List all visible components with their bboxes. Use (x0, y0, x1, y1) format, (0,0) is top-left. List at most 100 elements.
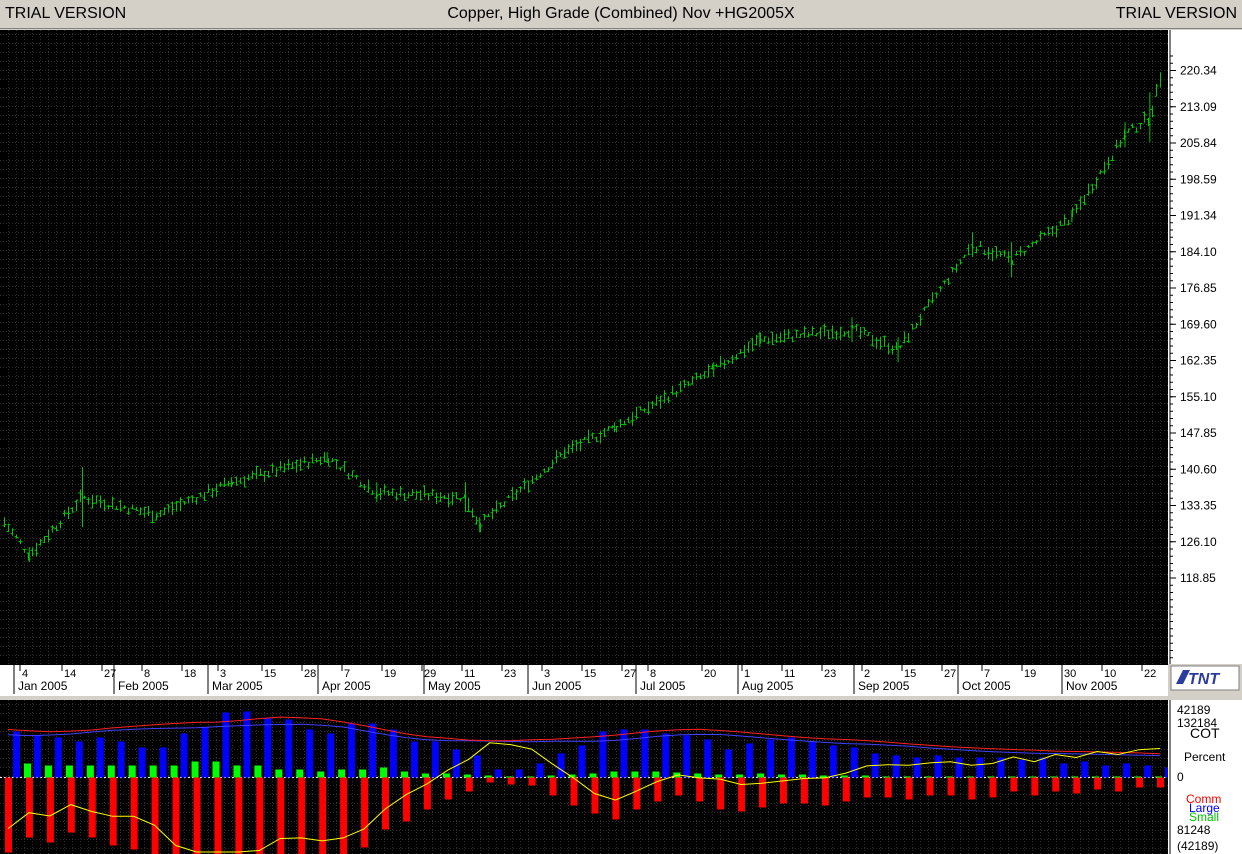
cot-small-bar (170, 765, 178, 778)
cot-comm-bar (549, 777, 557, 796)
day-tick-label: 23 (504, 668, 516, 680)
cot-small-bar (903, 776, 911, 778)
cot-large-bar (159, 747, 167, 778)
y-tick-label: 126.10 (1180, 535, 1217, 549)
cot-comm-bar (926, 777, 934, 796)
cot-large-bar (138, 747, 146, 778)
cot-small-bar (1050, 776, 1058, 778)
cot-comm-bar (382, 777, 390, 830)
cot-comm-bar (1010, 777, 1018, 792)
month-label: Apr 2005 (322, 679, 371, 693)
cot-large-bar (1018, 759, 1026, 778)
cot-comm-bar (1094, 777, 1102, 790)
cot-large-bar (725, 749, 733, 778)
cot-comm-bar (25, 777, 33, 838)
cot-large-bar (850, 747, 858, 778)
day-tick-label: 27 (944, 668, 956, 680)
cot-small-bar (1134, 776, 1142, 778)
cot-small-bar (401, 771, 409, 778)
cot-large-bar (1144, 765, 1152, 778)
cot-small-bar (65, 765, 73, 778)
cot-comm-bar (633, 777, 641, 810)
month-label: May 2005 (428, 679, 481, 693)
cot-comm-bar (1073, 777, 1081, 794)
cot-small-bar (1092, 776, 1100, 778)
cot-large-bar (75, 741, 83, 778)
cot-comm-bar (340, 777, 348, 854)
cot-large-bar (285, 719, 293, 778)
day-tick-label: 28 (304, 668, 316, 680)
cot-small-bar (715, 774, 723, 778)
y-tick-label: 176.85 (1180, 281, 1217, 295)
price-panel (0, 30, 1168, 664)
cot-small-bar (882, 776, 890, 778)
cot-large-bar (222, 712, 230, 778)
cot-small-bar (275, 769, 283, 778)
cot-small-bar (757, 773, 765, 778)
cot-small-bar (1029, 776, 1037, 778)
cot-comm-bar (151, 777, 159, 854)
month-label: Oct 2005 (962, 679, 1011, 693)
cot-small-bar (442, 773, 450, 778)
cot-large-bar (620, 729, 628, 778)
legend-small: Small (1189, 810, 1219, 824)
cot-comm-bar (361, 777, 369, 848)
cot-small-bar (861, 775, 869, 778)
month-label: Aug 2005 (742, 679, 794, 693)
cot-comm-bar (507, 777, 515, 785)
cot-large-bar (767, 739, 775, 778)
cot-small-bar (296, 769, 304, 778)
cot-small-bar (778, 774, 786, 778)
y-tick-label: 205.84 (1180, 136, 1217, 150)
cot-comm-bar (717, 777, 725, 810)
cot-small-bar (1008, 776, 1016, 778)
cot-small-bar (610, 771, 618, 778)
cot-large-bar (976, 757, 984, 778)
chart-canvas: 220.34 213.09 205.84 198.59 191.34 184.10 176.… (0, 30, 1242, 854)
cot-comm-bar (1136, 777, 1144, 788)
cot-title: COT (1190, 725, 1220, 741)
cot-small-bar (149, 765, 157, 778)
cot-large-bar (536, 763, 544, 778)
cot-large-bar (1060, 763, 1068, 778)
cot-small-bar (924, 776, 932, 778)
cot-large-bar (452, 749, 460, 778)
cot-large-bar (243, 711, 251, 778)
cot-small-bar (547, 775, 555, 778)
cot-comm-bar (319, 777, 327, 854)
cot-small-bar (484, 775, 492, 778)
cot-small-bar (233, 765, 241, 778)
cot-small-bar (421, 773, 429, 778)
cot-comm-bar (696, 777, 704, 802)
cot-large-bar (892, 755, 900, 778)
cot-comm-bar (738, 777, 746, 812)
cot-comm-bar (528, 777, 536, 786)
cot-small-bar (463, 774, 471, 778)
cot-comm-bar (298, 777, 306, 854)
cot-comm-bar (591, 777, 599, 814)
cot-comm-bar (989, 777, 997, 798)
cot-comm-bar (109, 777, 117, 846)
cot-large-bar (955, 757, 963, 778)
cot-large-bar (306, 729, 314, 778)
y-tick-label: 162.35 (1180, 354, 1217, 368)
cot-large-bar (746, 743, 754, 778)
y-tick-label: 220.34 (1180, 64, 1217, 78)
y-tick-label: 169.60 (1180, 317, 1217, 331)
cot-large-bar (96, 737, 104, 778)
cot-comm-bar (800, 777, 808, 804)
cot-comm-bar (884, 777, 892, 798)
cot-large-bar (787, 737, 795, 778)
y-tick-label: 184.10 (1180, 245, 1217, 259)
cot-small-bar (526, 776, 534, 778)
cot-small-bar (107, 765, 115, 778)
cot-comm-bar (842, 777, 850, 802)
cot-small-bar (798, 774, 806, 778)
cot-comm-bar (863, 777, 871, 798)
cot-comm-bar (256, 777, 264, 854)
cot-small-bar (987, 776, 995, 778)
day-tick-label: 22 (1144, 668, 1156, 680)
cot-comm-bar (1052, 777, 1060, 792)
cot-comm-bar (402, 777, 410, 822)
cot-large-bar (390, 729, 398, 778)
